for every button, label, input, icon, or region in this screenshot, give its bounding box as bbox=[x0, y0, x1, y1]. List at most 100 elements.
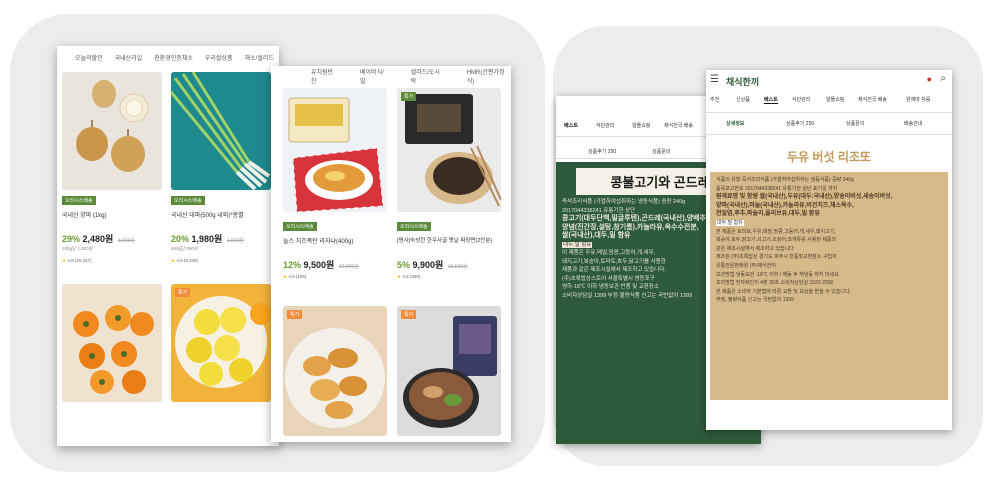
product-name: [명사]숙성한 한우사골 옛날 짜장면(2인분) bbox=[397, 238, 493, 244]
nuggets-image bbox=[283, 306, 387, 436]
nav-item[interactable]: 베이비식/밀 bbox=[360, 67, 389, 85]
special-badge: 특가 bbox=[401, 92, 417, 101]
product-citrus[interactable]: 특가 bbox=[171, 284, 271, 404]
discount-rate: 5% bbox=[397, 260, 411, 270]
delivery-tag: 오리시스배송 bbox=[397, 222, 431, 231]
price-row: 29% 2,480원 3,500원 bbox=[62, 232, 135, 245]
product-name: 늘스 치즈폭탄 라자냐(400g) bbox=[283, 239, 354, 245]
tab-diet[interactable]: 식단관리 bbox=[596, 122, 614, 129]
product-name: 국내산 대파(500g 내외)*봉별 bbox=[171, 213, 244, 219]
persimmon-image bbox=[62, 284, 162, 402]
nav-item[interactable]: 국내산과일 bbox=[115, 53, 143, 62]
info-line: 부정, 불량식품 신고는 국번없이 1399 bbox=[716, 297, 794, 304]
price-row: 5% 9,900원 10,500원 bbox=[397, 258, 468, 271]
cart-icon[interactable]: ● bbox=[927, 74, 932, 84]
rating-value: 4.8 (20,447) bbox=[67, 258, 92, 263]
menu-new[interactable]: 신상품 bbox=[736, 96, 750, 103]
original-price: 10,900원 bbox=[338, 264, 359, 270]
product-onion[interactable]: 오리시스배송 국내산 양파 (1kg) 29% 2,480원 3,500원 10… bbox=[62, 72, 162, 297]
menu-best[interactable]: 베스트 bbox=[764, 96, 778, 104]
rating: ★ 4.9 (105) bbox=[283, 274, 306, 280]
jajangmyeon-image bbox=[397, 88, 501, 212]
menu-icon[interactable]: ☰ bbox=[710, 74, 719, 85]
onion-illustration bbox=[76, 80, 149, 172]
product-lasagna[interactable]: 오리시스배송 늘스 치즈폭탄 라자냐(400g) 12% 9,500원 10,9… bbox=[283, 88, 387, 298]
star-icon: ★ bbox=[171, 258, 176, 263]
app-title: 채식한끼 bbox=[726, 77, 760, 87]
delivery-tag: 오리시스배송 bbox=[171, 196, 205, 205]
menu-diet[interactable]: 식단관리 bbox=[792, 96, 810, 103]
original-price: 2,500원 bbox=[226, 238, 244, 244]
nav-item[interactable]: 유치원반찬 bbox=[311, 67, 338, 85]
sale-price: 9,900원 bbox=[412, 260, 444, 270]
tab-qna[interactable]: 상품문의 bbox=[846, 120, 864, 127]
unit-price: 100g당 1,000원 bbox=[62, 246, 93, 251]
product-green-onion[interactable]: 오리시스배송 국내산 대파(500g 내외)*봉별 20% 1,980원 2,5… bbox=[171, 72, 271, 297]
rice-bowl-illustration bbox=[403, 316, 497, 428]
info-line: 제조원 (주)초록밥상 경기도 파주시 반품및교환장소 구입처 bbox=[716, 254, 837, 261]
product-rice-bowl[interactable]: 특가 bbox=[397, 306, 501, 436]
category-nav: 유치원반찬 베이비식/밀 샐러드/도시락 HMR(간편가정식) bbox=[271, 66, 511, 86]
tab-deal[interactable]: 알뜰쇼핑 bbox=[632, 122, 650, 129]
star-icon: ★ bbox=[397, 274, 402, 279]
search-icon[interactable]: ⌕ bbox=[940, 73, 946, 84]
info-line: 조리방법 전자레인지 4분 30초 소비자상담실 1522-2090 bbox=[716, 280, 834, 287]
original-price: 3,500원 bbox=[117, 238, 135, 244]
nav-item[interactable]: 채소/샐러드 bbox=[244, 53, 273, 62]
special-badge: 특가 bbox=[401, 310, 417, 319]
jajangmyeon-illustration bbox=[405, 94, 501, 207]
front-detail-body: 두유 버섯 리조또 식품의 유형 즉석조리식품 (가열하여섭취하는 냉동식품) … bbox=[706, 136, 952, 430]
rating: ★ 4.8 (20,447) bbox=[62, 258, 92, 264]
nav-item[interactable]: 오늘의할인 bbox=[75, 53, 103, 62]
sale-price: 2,480원 bbox=[82, 234, 114, 244]
nav-item[interactable]: HMR(간편가정식) bbox=[467, 67, 511, 85]
product-nuggets[interactable]: 특가 bbox=[283, 306, 387, 436]
discount-rate: 29% bbox=[62, 234, 81, 244]
nav-item[interactable]: 친환경인증채소 bbox=[154, 53, 193, 62]
menu-recommend[interactable]: 추천 bbox=[710, 96, 719, 103]
special-badge: 특가 bbox=[175, 288, 191, 297]
app-header: ☰ 채식한끼 ● ⌕ bbox=[706, 70, 952, 92]
info-line: 본 제품은 토마토,우유,메밀,땅콩,고등어,게,새우,돼지고기, bbox=[716, 228, 836, 235]
sale-price: 1,980원 bbox=[191, 234, 223, 244]
delivery-tag: 오리시스배송 bbox=[283, 222, 317, 231]
rice-bowl-image bbox=[397, 306, 501, 436]
rating: ★ 4.9 (9,349) bbox=[171, 258, 198, 264]
nav-item[interactable]: 우리쌀상품 bbox=[205, 53, 233, 62]
info-line: 같은 제조시설에서 제조하고 있습니다. bbox=[716, 245, 796, 252]
tab-qna[interactable]: 상품문의 bbox=[652, 148, 670, 155]
citrus-image bbox=[171, 284, 271, 402]
star-icon: ★ bbox=[62, 258, 67, 263]
detail-card-front: ☰ 채식한끼 ● ⌕ 추천 신상품 베스트 식단관리 알뜰쇼핑 채식전국 배송 … bbox=[706, 70, 952, 430]
product-persimmon[interactable] bbox=[62, 284, 162, 404]
lasagna-image bbox=[283, 88, 387, 212]
tab-shipping[interactable]: 배송안내 bbox=[904, 120, 922, 127]
info-line: 원재료명 및 함량 쌀(국내산),두유(대두:국내산),양송이버섯,새송이버섯, bbox=[716, 194, 893, 201]
front-detail-title: 두유 버섯 리조또 bbox=[787, 150, 871, 164]
tab-detail[interactable]: 상세정보 bbox=[726, 120, 744, 127]
tab-reviews[interactable]: 상품후기 250 bbox=[588, 148, 616, 155]
discount-rate: 12% bbox=[283, 260, 302, 270]
sale-price: 9,500원 bbox=[303, 260, 335, 270]
info-line: 보관방법 냉동보관 -18℃ 이하 / 해동 후 재냉동 하지 마세요 bbox=[716, 271, 839, 278]
tab-reviews[interactable]: 상품후기 250 bbox=[786, 120, 814, 127]
price-row: 20% 1,980원 2,500원 bbox=[171, 232, 244, 245]
tab-best[interactable]: 베스트 bbox=[564, 122, 578, 129]
info-line: 식품의 유형 즉석조리식품 (가열하여섭취하는 냉동식품) 중량 240g bbox=[716, 177, 854, 183]
green-onion-illustration bbox=[171, 72, 271, 190]
menu-nation[interactable]: 채식전국 배송 bbox=[858, 96, 887, 103]
persimmon-illustration bbox=[73, 305, 154, 394]
special-badge: 특가 bbox=[287, 310, 303, 319]
main-menu: 추천 신상품 베스트 식단관리 알뜰쇼핑 채식전국 배송 원재마 자음 bbox=[706, 96, 952, 110]
menu-raw[interactable]: 원재마 자음 bbox=[906, 96, 930, 103]
info-box: 식품의 유형 즉석조리식품 (가열하여섭취하는 냉동식품) 중량 240g 품목… bbox=[710, 172, 948, 400]
delivery-tag: 오리시스배송 bbox=[62, 196, 96, 205]
shop-card-front: 유치원반찬 베이비식/밀 샐러드/도시락 HMR(간편가정식) 오리시스배송 늘… bbox=[271, 66, 511, 442]
unit-price: 500g당 990원 bbox=[171, 246, 199, 251]
onion-image bbox=[62, 72, 162, 190]
tab-nation[interactable]: 채식전국 배송 bbox=[664, 122, 693, 129]
rating-value: 4.9 (105) bbox=[288, 274, 307, 279]
product-jajangmyeon[interactable]: 특가 오리시스배송 [명사]숙성한 한우사골 옛날 짜장면(2인분) 5% 9,… bbox=[397, 88, 501, 298]
nav-item[interactable]: 샐러드/도시락 bbox=[411, 67, 445, 85]
menu-deal[interactable]: 알뜰쇼핑 bbox=[826, 96, 844, 103]
